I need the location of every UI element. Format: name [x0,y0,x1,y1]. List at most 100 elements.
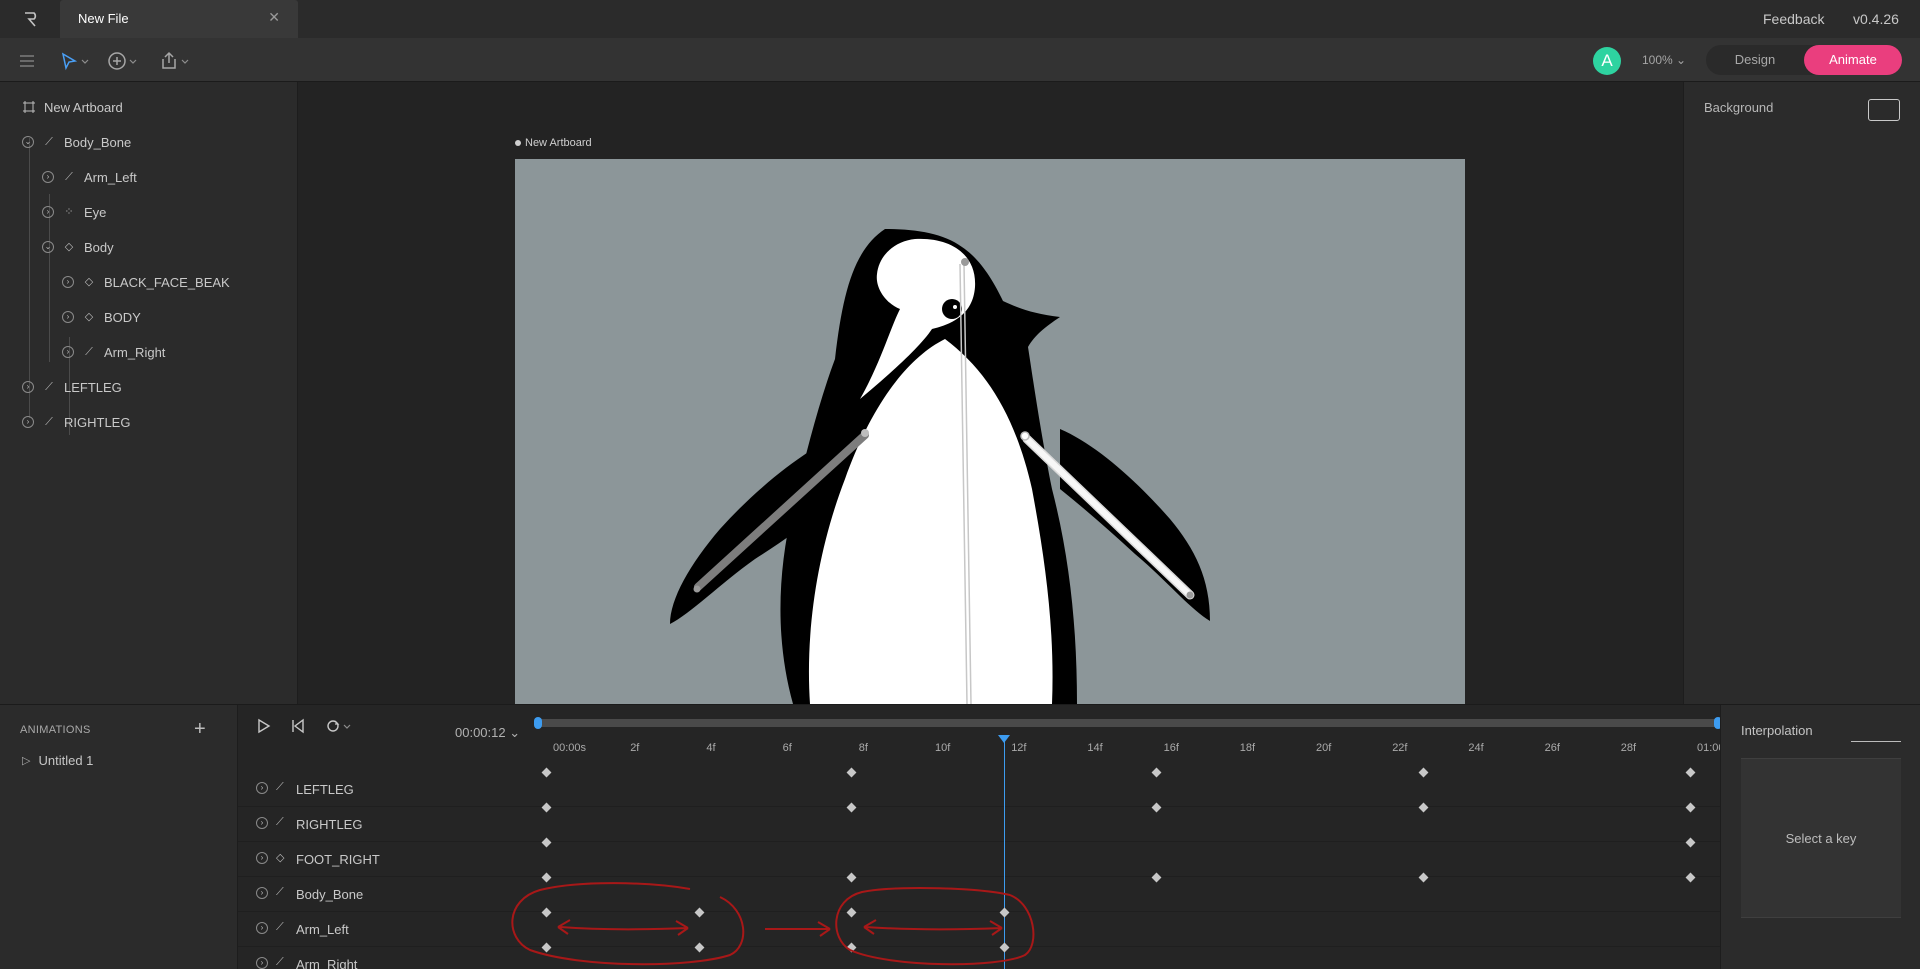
expand-toggle-icon[interactable]: › [256,817,268,829]
bone-icon: ⟋ [45,381,53,393]
ruler-label: 28f [1620,742,1637,754]
zoom-dropdown[interactable]: 100% ⌄ [1642,53,1686,67]
shapes-icon: ◇ [64,241,74,253]
interpolation-curve-preview [1851,741,1901,742]
timecode-value: 00:00:12 [455,725,506,740]
tree-guide-line [29,138,30,418]
background-color-swatch[interactable] [1868,99,1900,121]
collapse-toggle-icon[interactable]: ⌄ [22,136,34,148]
file-tab[interactable]: New File ✕ [60,0,298,38]
tree-item-label: New Artboard [44,99,123,115]
left-arm-tip [693,585,701,593]
add-animation-icon[interactable]: + [194,718,206,741]
expand-toggle-icon[interactable]: › [62,346,74,358]
ruler-label: 24f [1468,742,1484,754]
bone-icon: ⟋ [276,781,284,793]
left-arm-joint [861,429,869,437]
shapes-icon: ◇ [84,276,94,288]
expand-toggle-icon[interactable]: › [42,171,54,183]
chevron-down-icon: ⌄ [1676,53,1687,67]
expand-toggle-icon[interactable]: › [256,957,268,969]
ruler-label: 18f [1239,742,1256,754]
tree-item-arm-right[interactable]: › ⟋ Arm_Right [62,342,165,362]
interpolation-title: Interpolation [1741,723,1813,738]
create-tool-icon[interactable] [106,50,140,72]
tree-item-label: LEFTLEG [64,379,122,395]
rive-logo-icon[interactable] [22,10,40,28]
interpolation-panel: Interpolation Select a key [1720,705,1920,969]
stage-canvas[interactable]: New Artboard [298,82,1683,704]
play-triangle-icon: ▷ [22,755,31,767]
artboard[interactable] [515,159,1465,704]
track-row-rightleg[interactable]: › ⟋ RIGHTLEG [238,807,1720,842]
select-tool-icon[interactable] [58,50,92,72]
hamburger-menu-icon[interactable] [16,50,38,72]
expand-toggle-icon[interactable]: › [256,782,268,794]
shapes-icon: ◇ [276,852,285,864]
interpolation-editor: Select a key [1741,758,1901,918]
feedback-link[interactable]: Feedback [1763,11,1824,27]
playhead-line[interactable] [1004,737,1005,969]
close-tab-icon[interactable]: ✕ [268,9,280,26]
tree-item-label: Arm_Right [104,344,166,360]
tree-item-label: RIGHTLEG [64,414,131,430]
right-arm-joint [1020,431,1030,441]
expand-toggle-icon[interactable]: › [256,887,268,899]
tree-item-new-artboard[interactable]: New Artboard [22,97,123,117]
tree-item-leftleg[interactable]: › ⟋ LEFTLEG [22,377,122,397]
ruler-label: 12f [1011,742,1027,754]
timecode-dropdown[interactable]: 00:00:12 ⌄ [455,725,520,741]
penguin-illustration [670,229,1210,704]
animation-name: Untitled 1 [38,753,94,768]
tree-item-label: Arm_Left [84,169,137,185]
tree-item-black-face-beak[interactable]: › ◇ BLACK_FACE_BEAK [62,272,230,292]
expand-toggle-icon[interactable]: › [22,416,34,428]
node-icon: ⁘ [64,206,74,218]
track-row-body-bone[interactable]: › ⟋ Body_Bone [238,877,1720,912]
tree-item-eye[interactable]: › ⁘ Eye [42,202,106,222]
track-label: FOOT_RIGHT [296,852,380,867]
shapes-icon: ◇ [84,311,94,323]
animate-mode-button[interactable]: Animate [1804,45,1902,75]
ruler-label: 4f [706,742,716,754]
tree-item-arm-left[interactable]: › ⟋ Arm_Left [42,167,137,187]
ruler-label: 22f [1392,742,1408,754]
right-arm-tip [1186,591,1194,599]
user-avatar[interactable]: A [1593,47,1621,75]
track-row-arm-left[interactable]: › ⟋ Arm_Left [238,912,1720,947]
expand-toggle-icon[interactable]: › [256,852,268,864]
expand-toggle-icon[interactable]: › [256,922,268,934]
ruler-label: 00:00s [553,742,587,754]
toolbar [0,38,1920,82]
ruler-label: 20f [1316,742,1332,754]
tree-item-label: Body [84,239,114,255]
expand-toggle-icon[interactable]: › [62,276,74,288]
scrollbar-start-handle[interactable] [534,717,542,729]
design-mode-button[interactable]: Design [1706,45,1804,75]
tree-item-rightleg[interactable]: › ⟋ RIGHTLEG [22,412,130,432]
artboard-label[interactable]: New Artboard [515,137,592,149]
loop-icon[interactable] [324,718,354,734]
expand-toggle-icon[interactable]: › [62,311,74,323]
rewind-icon[interactable] [290,718,306,734]
track-label: Arm_Left [296,922,349,937]
ruler-label: 6f [782,742,792,754]
track-label: Arm_Right [296,957,358,969]
zoom-value: 100% [1642,53,1673,67]
background-label: Background [1704,100,1774,115]
expand-toggle-icon[interactable]: › [42,206,54,218]
export-icon[interactable] [158,50,192,72]
tree-item-body-shape[interactable]: › ◇ BODY [62,307,141,327]
track-row-foot-right[interactable]: › ◇ FOOT_RIGHT [238,842,1720,877]
expand-toggle-icon[interactable]: › [22,381,34,393]
tree-item-body-bone[interactable]: ⌄ ⟋ Body_Bone [22,132,131,152]
playhead-handle[interactable] [998,735,1010,743]
tree-item-body[interactable]: ⌄ ◇ Body [42,237,114,257]
track-row-arm-right[interactable]: › ⟋ Arm_Right [238,947,1720,969]
animation-item[interactable]: ▷ Untitled 1 [22,753,93,768]
play-icon[interactable] [256,718,272,734]
collapse-toggle-icon[interactable]: ⌄ [42,241,54,253]
eye-shine [953,305,957,309]
timeline-scrollbar[interactable] [536,719,1719,727]
track-row-leftleg[interactable]: › ⟋ LEFTLEG [238,772,1720,807]
